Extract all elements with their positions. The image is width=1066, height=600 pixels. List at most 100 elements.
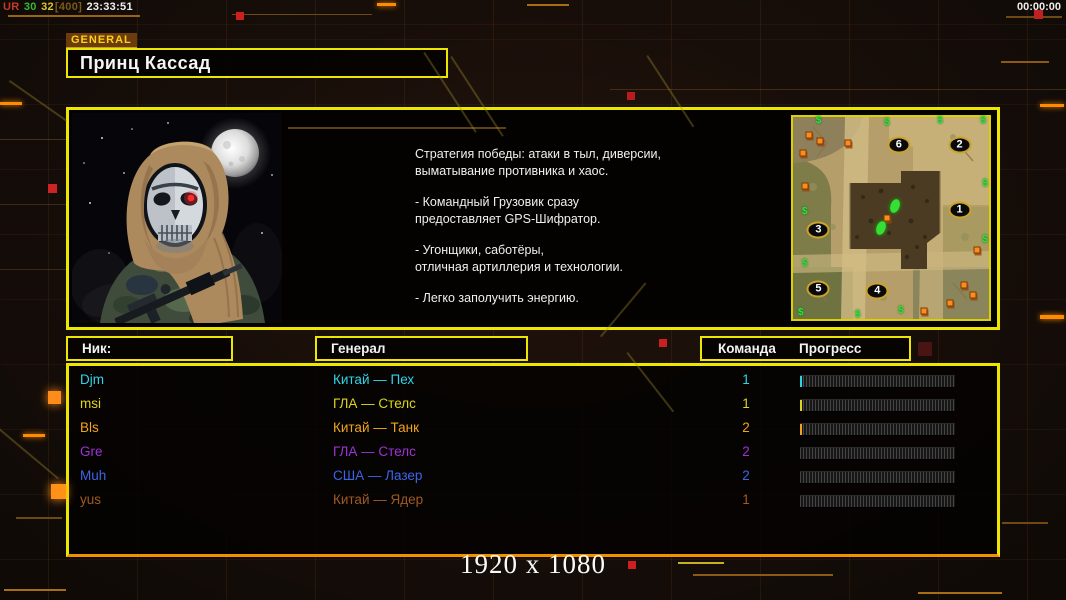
players-table: Djm Китай — Пех 1 msi ГЛА — Стелс 1 Bls Китай —…: [66, 363, 1000, 557]
start-position-marker: 1: [948, 201, 972, 219]
bg-line-decoration: [0, 139, 66, 140]
map-preview: $ $ $ $ $ $ $ $ $ $ $6 2 1 3 5 4: [791, 115, 991, 321]
bg-line-decoration: [1002, 522, 1048, 524]
progress-bar: [800, 375, 955, 388]
bg-line-decoration: [377, 3, 396, 6]
table-row: Gre ГЛА — Стелс 2: [69, 441, 997, 465]
camp-marker: [969, 291, 977, 299]
bg-diagonal-decoration: [0, 420, 59, 479]
start-position-marker: 5: [806, 280, 830, 298]
progress-bar: [800, 495, 955, 508]
player-team: 1: [742, 372, 750, 387]
player-general: Китай — Пех: [333, 372, 415, 387]
bg-square-decoration: [627, 92, 635, 100]
debug-part: [400]: [54, 1, 86, 13]
supply-dollar-marker: $: [884, 117, 890, 129]
column-header-team-label: Команда: [718, 341, 776, 356]
supply-dollar-marker: $: [801, 258, 808, 270]
strategy-paragraph: Стратегия победы: атаки в тыл, диверсии,…: [415, 147, 661, 178]
supply-dollar-marker: $: [980, 115, 986, 127]
camp-marker: [816, 137, 824, 145]
supply-dollar-marker: $: [801, 205, 808, 217]
start-position-marker: 2: [948, 136, 972, 154]
table-row: Bls Китай — Танк 2: [69, 417, 997, 441]
player-team: 2: [742, 420, 750, 435]
supply-dollar-marker: $: [982, 177, 988, 189]
column-header-progress-label: Прогресс: [799, 341, 862, 356]
bg-line-decoration: [23, 434, 45, 437]
loading-screen: { "top_bar": { "debug_parts": [ {"text":…: [0, 0, 1066, 600]
strategy-paragraph: - Командный Грузовик сразу предоставляет…: [415, 195, 601, 226]
progress-bar-fill: [800, 376, 803, 387]
player-general: Китай — Танк: [333, 420, 419, 435]
camp-marker: [805, 131, 813, 139]
debug-part: 23:33:51: [86, 1, 133, 13]
supply-dollar-marker: $: [982, 234, 988, 246]
column-header-team-progress: Команда Прогресс: [700, 336, 911, 361]
progress-bar-fill: [800, 424, 803, 435]
camp-marker: [946, 299, 954, 307]
player-general: Китай — Ядер: [333, 492, 424, 507]
bg-line-decoration: [0, 269, 66, 270]
camp-marker: [960, 281, 968, 289]
bg-square-decoration: [918, 342, 932, 356]
portrait-illustration: [70, 113, 283, 327]
camp-marker: [801, 182, 809, 190]
strategy-description: Стратегия победы: атаки в тыл, диверсии,…: [415, 146, 725, 322]
start-position-marker: 4: [865, 282, 889, 300]
bg-line-decoration: [610, 89, 1066, 90]
table-row: yus Китай — Ядер 1: [69, 489, 997, 513]
player-nick: Muh: [80, 468, 107, 483]
bg-line-decoration: [1006, 16, 1062, 18]
debug-status-text: UR 30 32[400] 23:33:51: [3, 1, 134, 13]
strategy-paragraph: - Легко заполучить энергию.: [415, 291, 579, 305]
bg-line-decoration: [918, 592, 1002, 594]
column-header-general: Генерал: [315, 336, 528, 361]
bg-diagonal-decoration: [9, 80, 68, 122]
progress-bar-fill: [800, 400, 803, 411]
player-general: ГЛА — Стелс: [333, 444, 416, 459]
general-name-title: Принц Кассад: [66, 48, 448, 78]
player-nick: yus: [80, 492, 102, 507]
bg-square-decoration: [51, 484, 66, 499]
progress-bar: [800, 423, 955, 436]
camp-marker: [883, 214, 891, 222]
player-nick: Gre: [80, 444, 103, 459]
camp-marker: [844, 139, 852, 147]
map-markers-layer: $ $ $ $ $ $ $ $ $ $ $6 2 1 3 5 4: [793, 115, 989, 320]
green-field-marker: [874, 219, 888, 237]
player-general: США — Лазер: [333, 468, 423, 483]
bg-line-decoration: [4, 589, 66, 591]
start-position-marker: 3: [806, 221, 830, 239]
supply-dollar-marker: $: [798, 306, 804, 318]
bg-line-decoration: [527, 4, 569, 6]
player-general: ГЛА — Стелс: [333, 396, 416, 411]
bg-line-decoration: [0, 204, 66, 205]
bg-square-decoration: [659, 339, 667, 347]
bg-line-decoration: [0, 102, 22, 105]
debug-part: UR: [3, 1, 23, 13]
player-team: 2: [742, 444, 750, 459]
table-row: msi ГЛА — Стелс 1: [69, 393, 997, 417]
progress-bar: [800, 399, 955, 412]
player-nick: Djm: [80, 372, 104, 387]
bg-square-decoration: [48, 391, 61, 404]
match-timer: 00:00:00: [1016, 1, 1061, 13]
start-position-marker: 6: [887, 136, 911, 154]
progress-bar: [800, 447, 955, 460]
progress-bar: [800, 471, 955, 484]
bg-line-decoration: [1040, 104, 1064, 107]
player-team: 2: [742, 468, 750, 483]
player-nick: msi: [80, 396, 101, 411]
supply-dollar-marker: $: [898, 304, 904, 316]
bg-line-decoration: [1001, 61, 1049, 63]
supply-dollar-marker: $: [815, 115, 822, 127]
supply-dollar-marker: $: [937, 115, 943, 127]
green-field-marker: [888, 197, 902, 214]
player-team: 1: [742, 492, 750, 507]
camp-marker: [920, 307, 928, 315]
bg-line-decoration: [1040, 315, 1064, 319]
bg-line-decoration: [8, 15, 140, 17]
bg-square-decoration: [236, 12, 244, 20]
resolution-label: 1920 x 1080: [460, 549, 606, 579]
